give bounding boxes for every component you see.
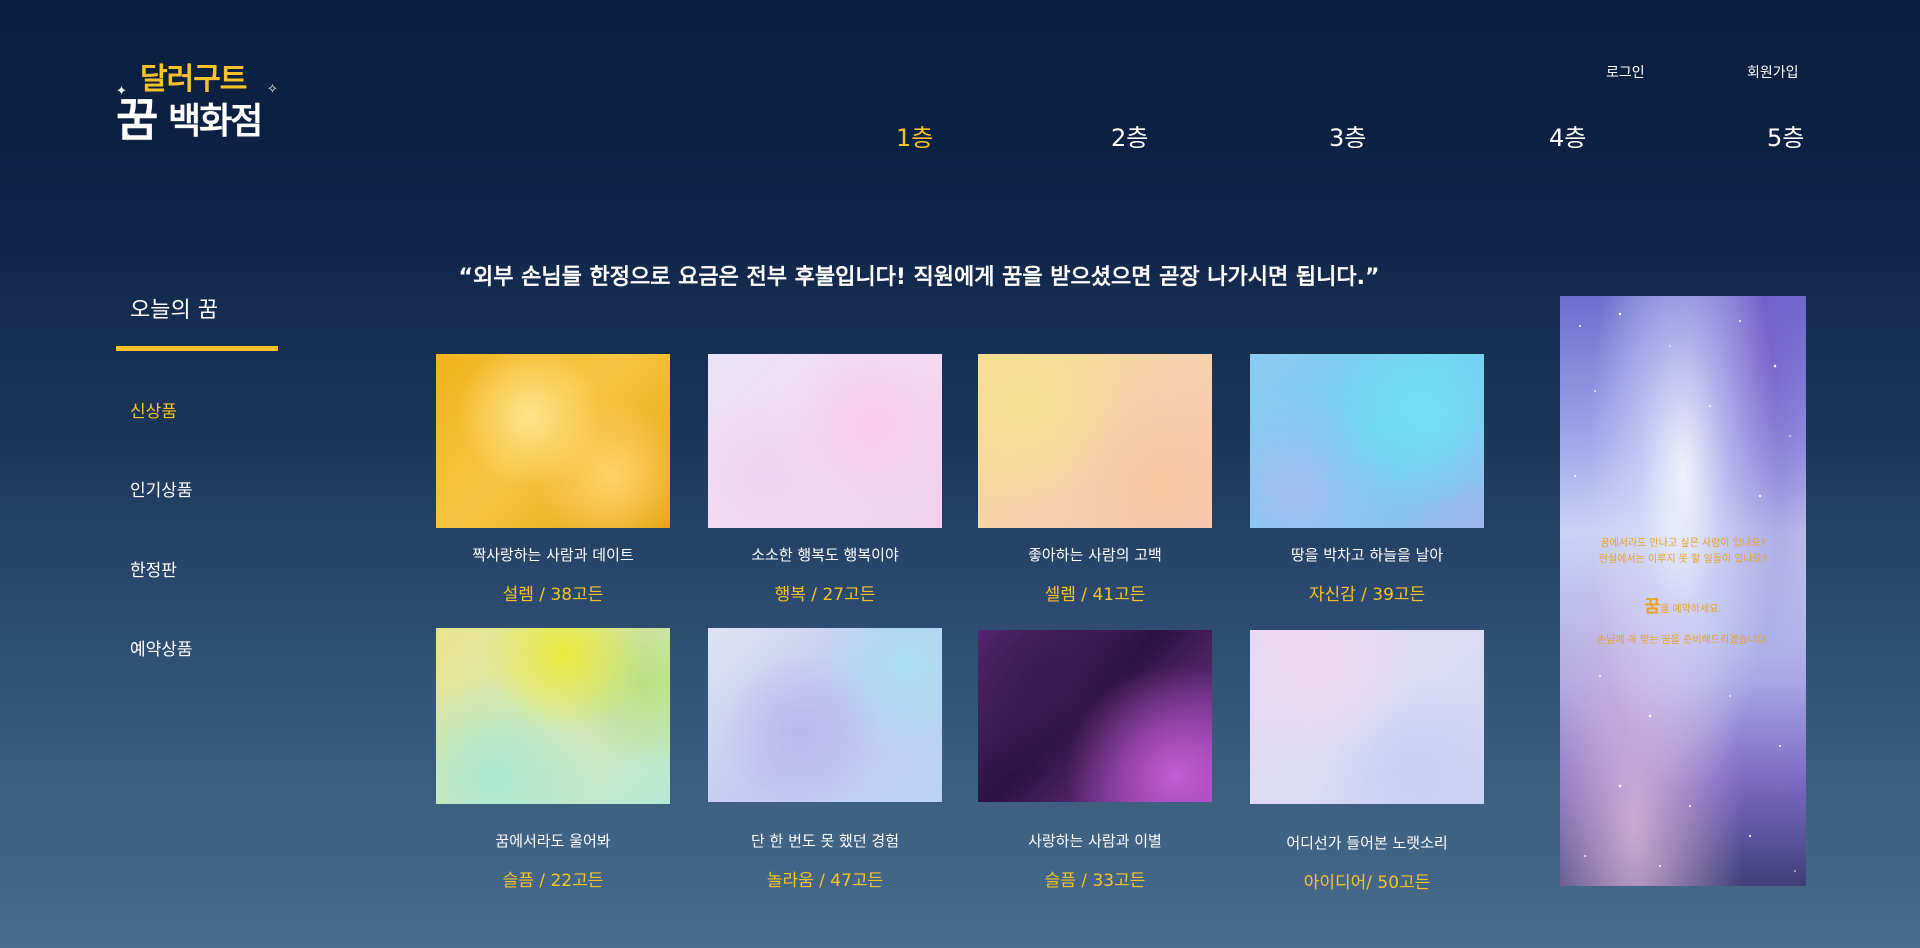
reservation-banner[interactable]: 꿈에서라도 만나고 싶은 사람이 있나요? 현실에서는 이루지 못 할 일들이 … <box>1560 296 1806 886</box>
floor-tab-3[interactable]: 3층 <box>1329 118 1366 153</box>
sidebar-title: 오늘의 꿈 <box>130 298 218 323</box>
product-price: 설렘 / 38고든 <box>502 585 604 605</box>
product-image[interactable] <box>436 628 670 804</box>
product-title: 꿈에서라도 울어봐 <box>495 832 611 850</box>
sidebar-item-limited[interactable]: 한정판 <box>130 556 177 581</box>
product-card[interactable]: 사랑하는 사람과 이별 슬픔 / 33고든 <box>978 630 1212 891</box>
store-logo[interactable]: 달러구트 꿈 백화점 ✦ ✧ ✧ <box>112 54 282 147</box>
product-card[interactable]: 좋아하는 사람의 고백 셀렘 / 41고든 <box>978 354 1212 605</box>
product-title: 사랑하는 사람과 이별 <box>1028 832 1162 850</box>
banner-reserve-text: 을 예약하세요. <box>1660 604 1722 615</box>
banner-dream-word: 꿈 <box>1644 597 1661 617</box>
product-image[interactable] <box>978 354 1212 528</box>
sparkle-icon: ✧ <box>267 82 278 97</box>
sidebar-item-popular[interactable]: 인기상품 <box>130 476 193 501</box>
starfield <box>1574 312 1796 872</box>
product-title: 짝사랑하는 사람과 데이트 <box>472 546 634 564</box>
product-title: 소소한 행복도 행복이야 <box>751 546 899 564</box>
product-price: 슬픔 / 33고든 <box>1044 871 1146 891</box>
sidebar-underline <box>116 346 278 351</box>
banner-line4: 손님께 꼭 맞는 꿈을 준비해드리겠습니다. <box>1596 635 1770 646</box>
notice-text: “외부 손님들 한정으로 요금은 전부 후불입니다! 직원에게 꿈을 받으셨으면… <box>458 265 1380 290</box>
floor-tab-2[interactable]: 2층 <box>1111 118 1148 153</box>
product-card[interactable]: 꿈에서라도 울어봐 슬픔 / 22고든 <box>436 628 670 891</box>
product-card[interactable]: 단 한 번도 못 했던 경험 놀라움 / 47고든 <box>708 628 942 891</box>
login-link[interactable]: 로그인 <box>1606 62 1645 82</box>
logo-line2-store: 백화점 <box>168 100 263 142</box>
product-price: 셀렘 / 41고든 <box>1044 585 1146 605</box>
product-price: 자신감 / 39고든 <box>1308 585 1426 605</box>
floor-tab-4[interactable]: 4층 <box>1549 118 1586 153</box>
sidebar-item-reservation[interactable]: 예약상품 <box>130 635 193 660</box>
product-price: 슬픔 / 22고든 <box>502 871 604 891</box>
product-price: 아이디어/ 50고든 <box>1303 873 1431 893</box>
product-image[interactable] <box>708 628 942 802</box>
floor-tab-1[interactable]: 1층 <box>896 118 933 153</box>
banner-line3: 꿈을 예약하세요. <box>1560 592 1806 617</box>
sparkle-icon: ✦ <box>116 84 127 99</box>
product-title: 어디선가 들어본 노랫소리 <box>1286 834 1448 852</box>
product-title: 좋아하는 사람의 고백 <box>1028 546 1162 564</box>
product-card[interactable]: 짝사랑하는 사람과 데이트 설렘 / 38고든 <box>436 354 670 605</box>
product-image[interactable] <box>436 354 670 528</box>
product-title: 땅을 박차고 하늘을 날아 <box>1290 546 1444 564</box>
banner-line2: 현실에서는 이루지 못 할 일들이 있나요? <box>1598 554 1768 565</box>
product-card[interactable]: 어디선가 들어본 노랫소리 아이디어/ 50고든 <box>1250 630 1484 893</box>
product-image[interactable] <box>1250 630 1484 804</box>
sidebar-item-new[interactable]: 신상품 <box>130 397 177 422</box>
product-title: 단 한 번도 못 했던 경험 <box>750 832 900 850</box>
product-image[interactable] <box>1250 354 1484 528</box>
product-image[interactable] <box>978 630 1212 802</box>
product-image[interactable] <box>708 354 942 528</box>
product-card[interactable]: 땅을 박차고 하늘을 날아 자신감 / 39고든 <box>1250 354 1484 605</box>
banner-line1: 꿈에서라도 만나고 싶은 사람이 있나요? <box>1600 538 1766 549</box>
sparkle-icon: ✧ <box>122 130 133 145</box>
product-price: 놀라움 / 47고든 <box>766 871 884 891</box>
product-price: 행복 / 27고든 <box>774 585 876 605</box>
product-card[interactable]: 소소한 행복도 행복이야 행복 / 27고든 <box>708 354 942 605</box>
signup-link[interactable]: 회원가입 <box>1747 62 1799 82</box>
floor-tab-5[interactable]: 5층 <box>1767 118 1804 153</box>
